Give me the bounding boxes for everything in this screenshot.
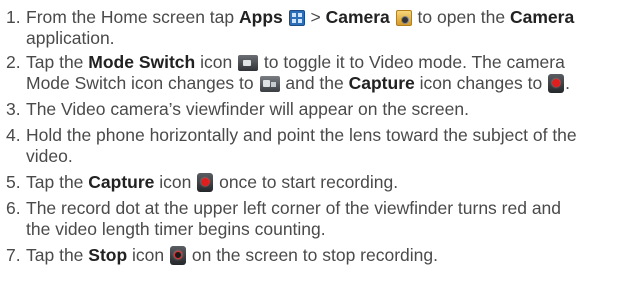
step-number: 7. (6, 245, 21, 265)
bold-term: Camera (509, 7, 575, 27)
step-text: video. (26, 146, 73, 166)
step-number: 6. (6, 198, 21, 218)
bold-term: Stop (88, 245, 128, 265)
mode-switch-icon (238, 55, 259, 71)
step-text: The Video camera’s viewfinder will appea… (26, 99, 469, 119)
bold-term: Mode Switch (88, 52, 196, 72)
step-4: 4. Hold the phone horizontally and point … (6, 125, 622, 167)
bold-term: Camera (325, 7, 390, 27)
bold-term: Apps (239, 7, 283, 27)
instruction-steps: 1. From the Home screen tap Apps > Camera… (0, 0, 628, 300)
capture-record-icon (548, 74, 565, 93)
step-text: The record dot at the upper left corner … (26, 198, 562, 218)
step-3: 3. The Video camera’s viewfinder will app… (6, 99, 622, 120)
capture-record-icon (197, 173, 214, 192)
step-text: the video length timer begins counting. (26, 219, 326, 239)
step-number: 4. (6, 125, 21, 145)
step-text: Hold the phone horizontally and point th… (26, 125, 577, 145)
step-number: 2. (6, 52, 21, 72)
step-2: 2. Tap the Mode Switch icon to toggle it … (6, 52, 570, 93)
step-number: 5. (6, 172, 21, 192)
step-text: From the Home screen tap (26, 7, 239, 27)
step-1: 1. From the Home screen tap Apps > Camera… (6, 7, 622, 49)
bold-term: Capture (88, 172, 155, 192)
stop-icon (170, 246, 186, 265)
step-text: application. (26, 28, 115, 48)
step-6: 6. The record dot at the upper left corne… (6, 198, 622, 240)
mode-switch-video-icon (259, 76, 280, 92)
apps-grid-icon (288, 10, 305, 26)
camera-app-icon (395, 10, 412, 26)
step-number: 1. (6, 7, 21, 27)
step-7: 7. Tap the Stop icon on the screen to sto… (6, 245, 438, 265)
bold-term: Capture (348, 73, 415, 93)
step-5: 5. Tap the Capture icon once to start rec… (6, 172, 399, 192)
step-number: 3. (6, 99, 21, 119)
